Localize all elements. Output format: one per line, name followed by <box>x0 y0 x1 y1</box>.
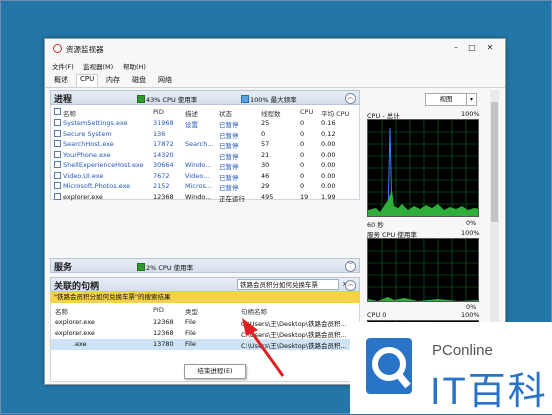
watermark-big-text: IT百科 <box>430 371 548 413</box>
pconline-logo-icon <box>360 334 418 398</box>
watermark-small-text: PConline <box>432 342 493 359</box>
pconline-watermark: PConline IT百科 <box>350 322 552 414</box>
